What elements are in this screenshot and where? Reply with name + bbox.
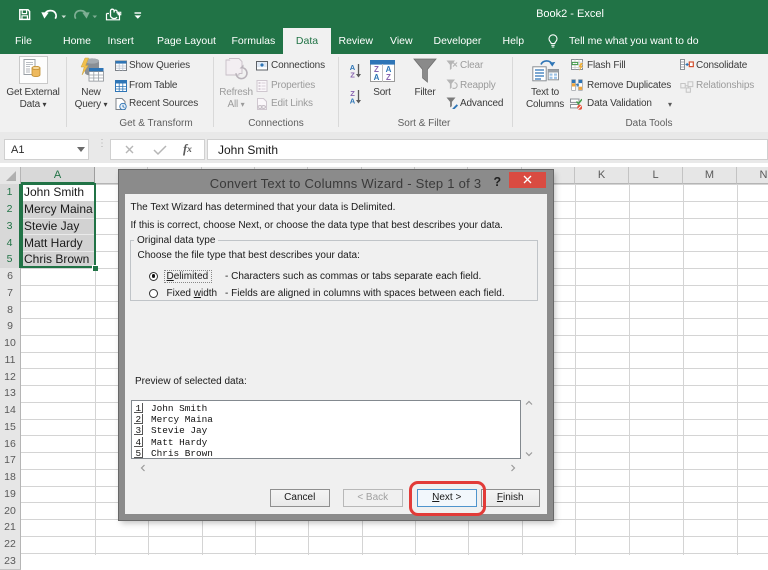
svg-text:Z: Z [350,71,355,80]
svg-text:Z: Z [386,73,391,82]
svg-text:A: A [374,73,380,82]
